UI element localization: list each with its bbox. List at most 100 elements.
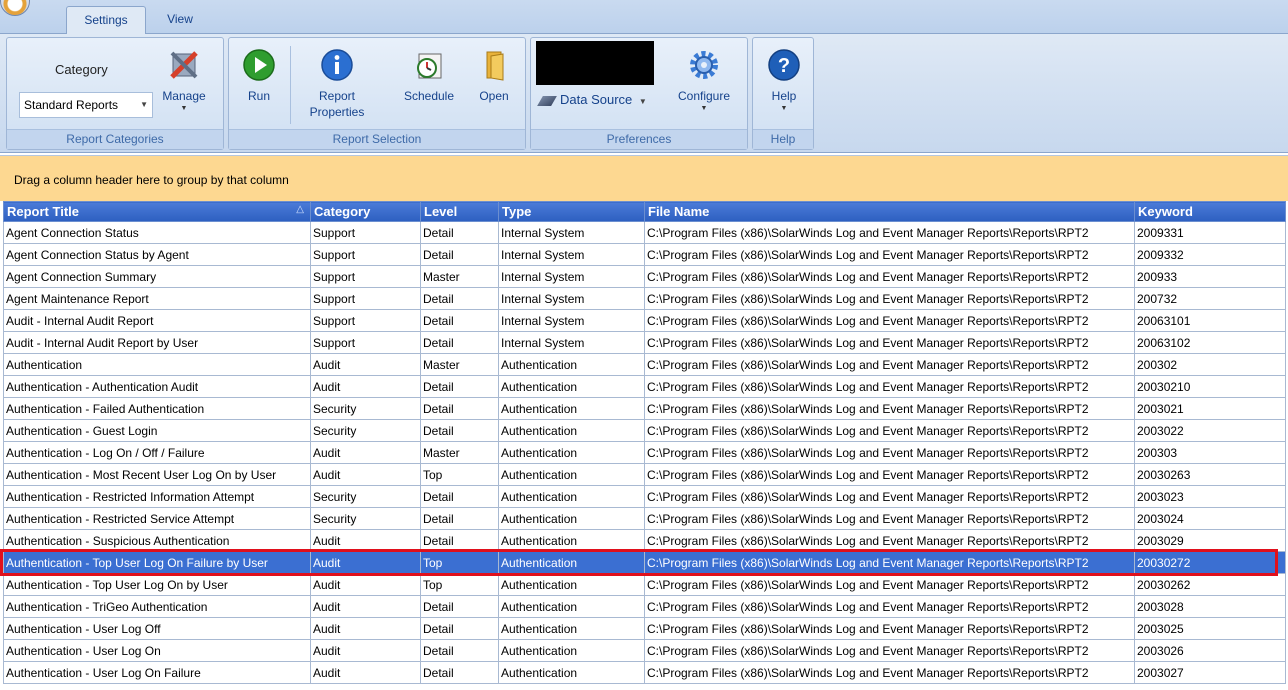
cell-type: Authentication bbox=[498, 397, 645, 420]
table-row[interactable]: Agent Connection Summary Support Master Int… bbox=[3, 265, 1286, 288]
cell-keyword: 2003024 bbox=[1134, 507, 1286, 530]
table-row[interactable]: Agent Maintenance Report Support Detail Int… bbox=[3, 287, 1286, 310]
category-dropdown[interactable]: Standard Reports ▼ bbox=[19, 92, 153, 118]
table-row[interactable]: Authentication - User Log On Audit Detail A… bbox=[3, 639, 1286, 662]
cell-file-name: C:\Program Files (x86)\SolarWinds Log an… bbox=[644, 441, 1135, 464]
table-row[interactable]: Authentication - Top User Log On by User… bbox=[3, 573, 1286, 596]
cell-keyword: 2003028 bbox=[1134, 595, 1286, 618]
group-label-report-selection: Report Selection bbox=[229, 129, 525, 149]
cell-level: Detail bbox=[420, 419, 499, 442]
cell-keyword: 20030262 bbox=[1134, 573, 1286, 596]
cell-type: Authentication bbox=[498, 595, 645, 618]
cell-type: Authentication bbox=[498, 529, 645, 552]
table-row[interactable]: Authentication - Most Recent User Log On… bbox=[3, 463, 1286, 486]
cell-level: Detail bbox=[420, 331, 499, 354]
separator bbox=[290, 46, 291, 124]
open-label: Open bbox=[479, 89, 509, 103]
cell-file-name: C:\Program Files (x86)\SolarWinds Log an… bbox=[644, 419, 1135, 442]
cell-level: Master bbox=[420, 441, 499, 464]
report-properties-label-2: Properties bbox=[309, 105, 365, 119]
category-dropdown-value: Standard Reports bbox=[24, 98, 119, 112]
cell-file-name: C:\Program Files (x86)\SolarWinds Log an… bbox=[644, 639, 1135, 662]
cell-file-name: C:\Program Files (x86)\SolarWinds Log an… bbox=[644, 309, 1135, 332]
manage-button[interactable]: Manage ▼ bbox=[155, 48, 213, 114]
table-row[interactable]: Authentication - TriGeo Authentication Au… bbox=[3, 595, 1286, 618]
cell-report-title: Authentication - User Log On Failure bbox=[3, 661, 311, 684]
cell-keyword: 200302 bbox=[1134, 353, 1286, 376]
open-button[interactable]: Open bbox=[469, 48, 519, 104]
table-row[interactable]: Authentication - Suspicious Authenticati… bbox=[3, 529, 1286, 552]
cell-type: Authentication bbox=[498, 485, 645, 508]
cell-report-title: Authentication - Restricted Information … bbox=[3, 485, 311, 508]
column-header-level[interactable]: Level bbox=[420, 201, 499, 222]
table-row[interactable]: Authentication - Restricted Service Atte… bbox=[3, 507, 1286, 530]
cell-type: Authentication bbox=[498, 463, 645, 486]
cell-report-title: Authentication bbox=[3, 353, 311, 376]
svg-text:?: ? bbox=[778, 55, 790, 77]
help-button[interactable]: ? Help ▼ bbox=[759, 48, 809, 114]
cell-report-title: Authentication - User Log Off bbox=[3, 617, 311, 640]
info-icon bbox=[321, 49, 353, 81]
table-row[interactable]: Authentication - Failed Authentication Se… bbox=[3, 397, 1286, 420]
report-properties-button[interactable]: Report Properties bbox=[301, 48, 373, 120]
data-source-button[interactable]: Data Source ▼ bbox=[537, 92, 647, 107]
configure-button[interactable]: Configure ▼ bbox=[665, 48, 743, 114]
cell-category: Audit bbox=[310, 661, 421, 684]
cell-type: Authentication bbox=[498, 617, 645, 640]
column-header-category[interactable]: Category bbox=[310, 201, 421, 222]
cell-report-title: Agent Connection Summary bbox=[3, 265, 311, 288]
cell-keyword: 20063101 bbox=[1134, 309, 1286, 332]
table-row[interactable]: Authentication - Authentication Audit Aud… bbox=[3, 375, 1286, 398]
run-button[interactable]: Run bbox=[233, 48, 285, 104]
table-row[interactable]: Authentication - Restricted Information … bbox=[3, 485, 1286, 508]
cell-report-title: Authentication - User Log On bbox=[3, 639, 311, 662]
cell-file-name: C:\Program Files (x86)\SolarWinds Log an… bbox=[644, 265, 1135, 288]
group-by-panel[interactable]: Drag a column header here to group by th… bbox=[0, 155, 1288, 201]
table-row[interactable]: Agent Connection Status Support Detail Inte… bbox=[3, 221, 1286, 244]
application-menu-button[interactable] bbox=[0, 0, 30, 16]
table-row[interactable]: Authentication - User Log Off Audit Detail… bbox=[3, 617, 1286, 640]
cell-level: Detail bbox=[420, 309, 499, 332]
table-row[interactable]: Audit - Internal Audit Report by User Sup… bbox=[3, 331, 1286, 354]
help-label: Help bbox=[771, 89, 797, 103]
cell-level: Detail bbox=[420, 221, 499, 244]
column-header-keyword[interactable]: Keyword bbox=[1134, 201, 1286, 222]
tab-settings[interactable]: Settings bbox=[66, 6, 146, 34]
column-header-report-title[interactable]: Report Title △ bbox=[3, 201, 311, 222]
cell-keyword: 2003029 bbox=[1134, 529, 1286, 552]
schedule-button[interactable]: Schedule bbox=[393, 48, 465, 104]
chevron-down-icon: ▼ bbox=[180, 105, 188, 112]
cell-file-name: C:\Program Files (x86)\SolarWinds Log an… bbox=[644, 287, 1135, 310]
cell-type: Authentication bbox=[498, 419, 645, 442]
cell-keyword: 200933 bbox=[1134, 265, 1286, 288]
cell-keyword: 2009331 bbox=[1134, 221, 1286, 244]
configure-label: Configure bbox=[677, 89, 731, 103]
table-row[interactable]: Agent Connection Status by Agent Support D… bbox=[3, 243, 1286, 266]
cell-keyword: 2003023 bbox=[1134, 485, 1286, 508]
cell-file-name: C:\Program Files (x86)\SolarWinds Log an… bbox=[644, 243, 1135, 266]
table-row[interactable]: Authentication - Log On / Off / Failure A… bbox=[3, 441, 1286, 464]
cell-category: Audit bbox=[310, 617, 421, 640]
table-row[interactable]: Authentication Audit Master Authentication C… bbox=[3, 353, 1286, 376]
cell-file-name: C:\Program Files (x86)\SolarWinds Log an… bbox=[644, 463, 1135, 486]
cell-file-name: C:\Program Files (x86)\SolarWinds Log an… bbox=[644, 507, 1135, 530]
chevron-down-icon: ▼ bbox=[140, 100, 148, 109]
column-header-file-name[interactable]: File Name bbox=[644, 201, 1135, 222]
cell-level: Detail bbox=[420, 485, 499, 508]
run-label: Run bbox=[247, 89, 270, 103]
cell-report-title: Authentication - TriGeo Authentication bbox=[3, 595, 311, 618]
cell-file-name: C:\Program Files (x86)\SolarWinds Log an… bbox=[644, 551, 1135, 574]
cell-keyword: 2003026 bbox=[1134, 639, 1286, 662]
cell-report-title: Agent Connection Status by Agent bbox=[3, 243, 311, 266]
chevron-down-icon: ▼ bbox=[638, 97, 647, 106]
table-row[interactable]: Authentication - User Log On Failure Audi… bbox=[3, 661, 1286, 684]
tab-view[interactable]: View bbox=[150, 6, 210, 34]
table-row[interactable]: Authentication - Guest Login Security Deta… bbox=[3, 419, 1286, 442]
table-row[interactable]: Audit - Internal Audit Report Support Deta… bbox=[3, 309, 1286, 332]
cell-level: Detail bbox=[420, 595, 499, 618]
column-header-type[interactable]: Type bbox=[498, 201, 645, 222]
cell-type: Internal System bbox=[498, 265, 645, 288]
cell-type: Internal System bbox=[498, 309, 645, 332]
table-row[interactable]: Authentication - Top User Log On Failure… bbox=[3, 551, 1286, 574]
cell-file-name: C:\Program Files (x86)\SolarWinds Log an… bbox=[644, 397, 1135, 420]
